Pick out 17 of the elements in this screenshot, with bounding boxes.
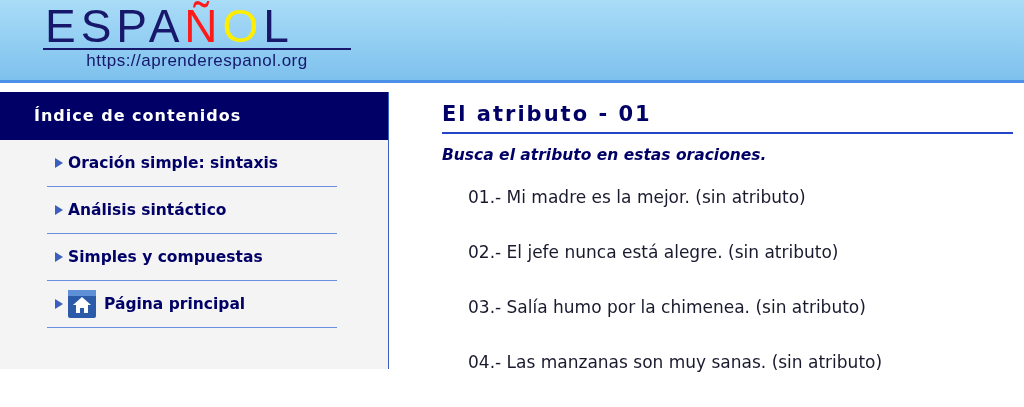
logo-url: https://aprenderespanol.org xyxy=(85,50,309,72)
sidebar-link[interactable]: Página principal xyxy=(104,295,246,313)
sidebar-link[interactable]: Oración simple: sintaxis xyxy=(68,154,279,172)
triangle-bullet-icon xyxy=(55,299,63,309)
sidebar-title: Índice de contenidos xyxy=(0,92,388,140)
sentence-text: 01.- Mi madre es la mejor. (sin atributo) xyxy=(468,186,807,209)
sentence-text: 04.- Las manzanas son muy sanas. (sin atributo) xyxy=(468,351,884,374)
sidebar-link[interactable]: Simples y compuestas xyxy=(68,248,263,266)
sentence-text: 03.- Salía humo por la chimenea. (sin atributo) xyxy=(468,296,867,319)
page-title: El atributo - 01 xyxy=(442,102,1013,134)
sentence-text: 02.- El jefe nunca está alegre. (sin atributo) xyxy=(468,241,840,264)
triangle-bullet-icon xyxy=(55,252,63,262)
instruction-text: Busca el atributo en estas oraciones. xyxy=(442,146,768,164)
home-icon[interactable] xyxy=(68,290,96,318)
triangle-bullet-icon xyxy=(55,205,63,215)
triangle-bullet-icon xyxy=(55,158,63,168)
sidebar-link[interactable]: Análisis sintáctico xyxy=(68,201,227,219)
